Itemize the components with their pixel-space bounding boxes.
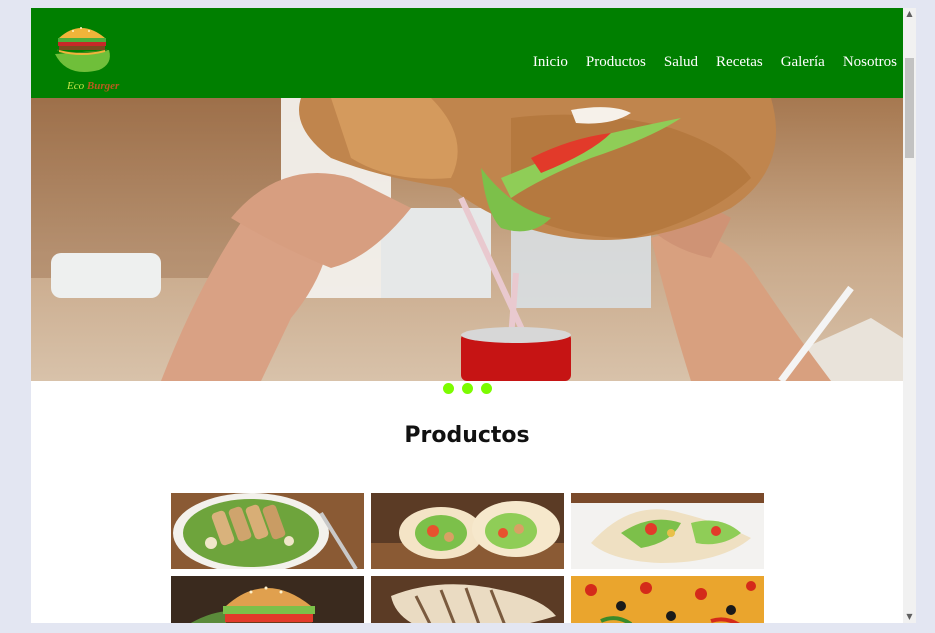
nav-item-galeria[interactable]: Galería xyxy=(781,54,825,71)
carousel-dot-1[interactable] xyxy=(442,383,454,394)
scroll-down-arrow-icon[interactable]: ▼ xyxy=(903,611,916,623)
product-tile-chicken-wraps[interactable] xyxy=(371,493,564,569)
logo-word-eco: Eco xyxy=(67,80,85,92)
carousel-dot-2[interactable] xyxy=(461,383,473,394)
product-tile-pizza[interactable] xyxy=(571,576,764,623)
products-heading: Productos xyxy=(404,423,530,448)
scroll-thumb[interactable] xyxy=(905,58,914,158)
vertical-scrollbar[interactable]: ▲ ▼ xyxy=(903,8,916,623)
grilled-pita-image xyxy=(371,576,564,623)
carousel-indicators xyxy=(31,381,903,395)
product-tile-chicken-salad[interactable] xyxy=(171,493,364,569)
nav-item-salud[interactable]: Salud xyxy=(664,54,698,71)
page: Eco Burger Inicio Productos Salud Receta… xyxy=(31,8,903,623)
logo-text: Eco Burger xyxy=(67,80,119,92)
chicken-salad-image xyxy=(171,493,364,569)
nav-item-productos[interactable]: Productos xyxy=(586,54,646,71)
nav-item-nosotros[interactable]: Nosotros xyxy=(843,54,897,71)
hero-burger-image xyxy=(31,98,903,381)
scroll-up-arrow-icon[interactable]: ▲ xyxy=(903,8,916,20)
nav-item-inicio[interactable]: Inicio xyxy=(533,54,568,71)
product-tile-burger[interactable] xyxy=(171,576,364,623)
nav-item-recetas[interactable]: Recetas xyxy=(716,54,763,71)
burger-logo-icon xyxy=(55,27,110,72)
logo-word-burger: Burger xyxy=(86,80,120,92)
product-tile-grilled-pita[interactable] xyxy=(371,576,564,623)
hero-carousel-slide xyxy=(31,98,903,381)
burger-image xyxy=(171,576,364,623)
carousel-dot-3[interactable] xyxy=(480,383,492,394)
product-grid xyxy=(171,493,765,623)
main-nav: Inicio Productos Salud Recetas Galería N… xyxy=(533,54,897,71)
chicken-wraps-image xyxy=(371,493,564,569)
product-tile-veggie-wrap[interactable] xyxy=(571,493,764,569)
veggie-wrap-image xyxy=(571,493,764,569)
pizza-image xyxy=(571,576,764,623)
logo[interactable]: Eco Burger xyxy=(47,20,127,92)
site-header: Eco Burger Inicio Productos Salud Receta… xyxy=(31,8,903,98)
